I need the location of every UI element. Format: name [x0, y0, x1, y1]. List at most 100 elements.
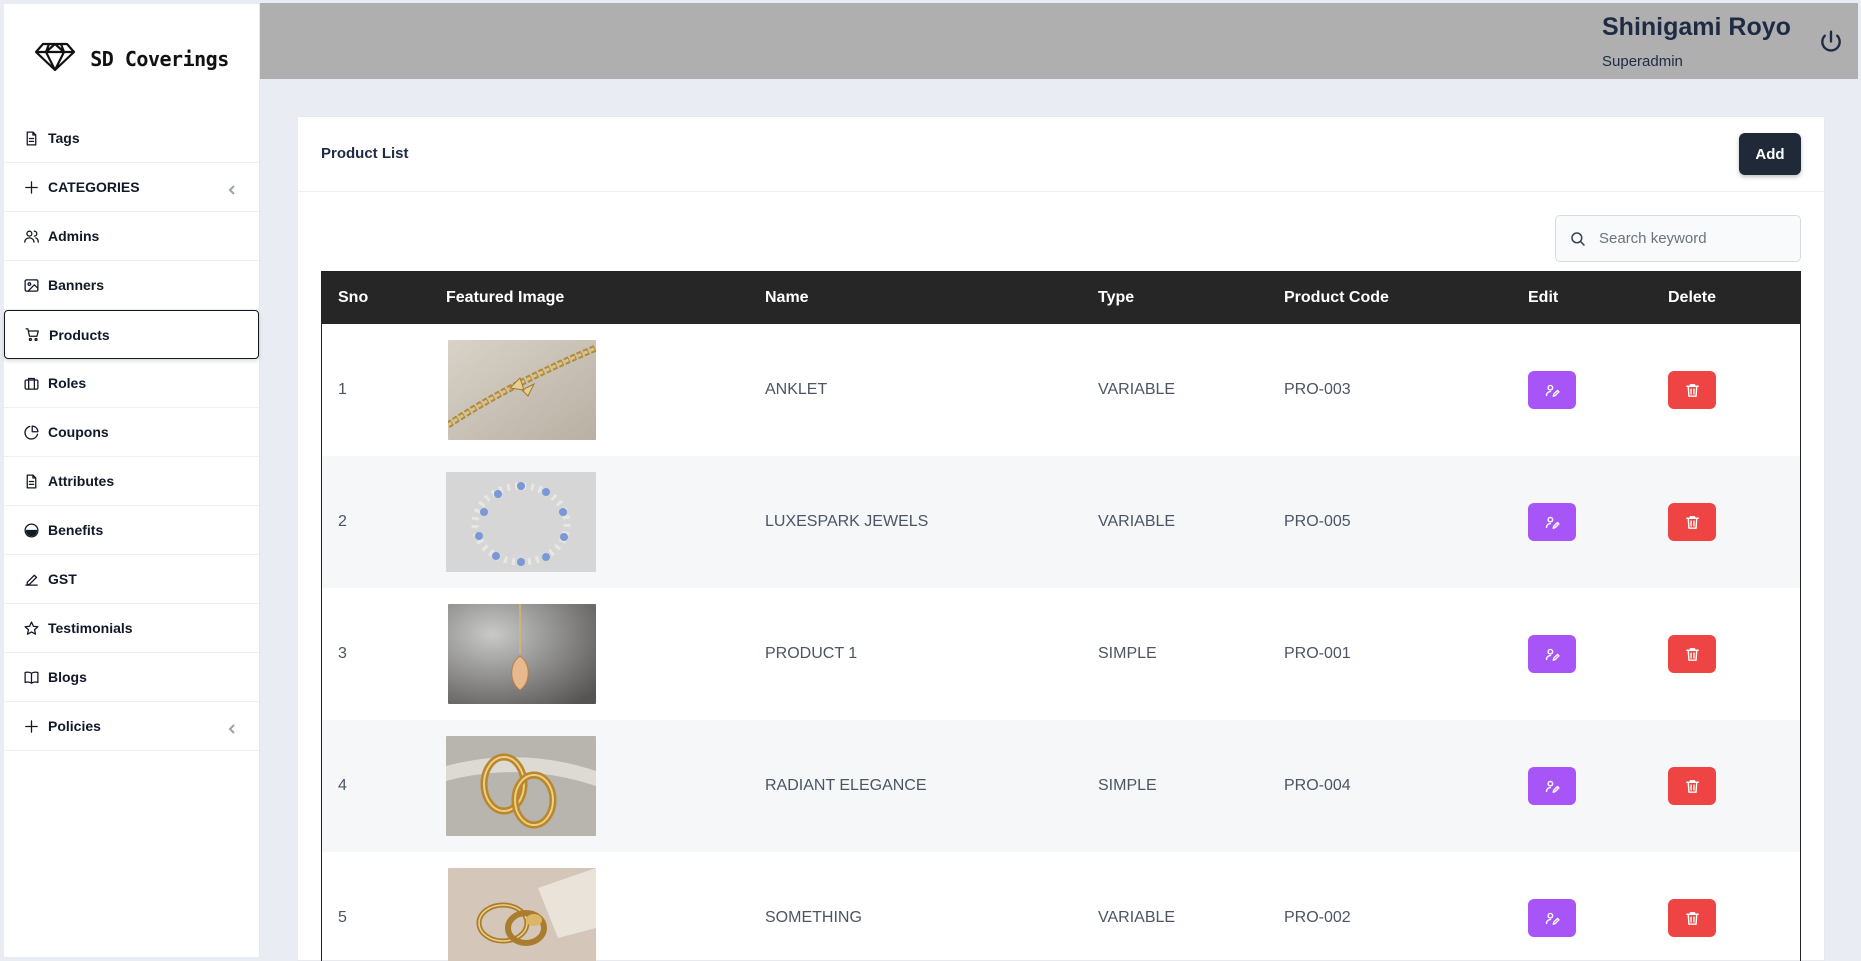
sidebar-item-banners[interactable]: Banners	[4, 261, 259, 310]
sidebar-item-testimonials[interactable]: Testimonials	[4, 604, 259, 653]
product-image-pendant	[448, 604, 596, 704]
delete-button[interactable]	[1668, 635, 1716, 673]
trash-icon	[1685, 779, 1699, 793]
cell-type: VARIABLE	[1098, 909, 1176, 926]
column-header-product-code: Product Code	[1284, 289, 1389, 306]
document-icon	[22, 472, 40, 490]
delete-button[interactable]	[1668, 371, 1716, 409]
user-edit-icon	[1545, 780, 1560, 793]
smile-icon	[22, 521, 40, 539]
cell-type: VARIABLE	[1098, 513, 1176, 530]
sidebar-item-admins[interactable]: Admins	[4, 212, 259, 261]
table-row: 1 ANKLET VARIABLE PRO-003	[322, 324, 1800, 456]
chevron-left-icon	[227, 182, 237, 195]
cell-name: PRODUCT 1	[765, 645, 858, 662]
sidebar-item-roles[interactable]: Roles	[4, 359, 259, 408]
user-edit-icon	[1545, 516, 1560, 529]
table-row: 5 SOMETHING VARIABLE PRO-002	[322, 852, 1800, 961]
cell-product-code: PRO-002	[1284, 909, 1351, 926]
table-row: 3 PRODUCT 1 SIMPLE PRO-001	[322, 588, 1800, 720]
product-image-bracelet	[446, 472, 596, 572]
edit-button[interactable]	[1528, 503, 1576, 541]
product-image-anklet	[448, 340, 596, 440]
search-input[interactable]	[1599, 230, 1789, 247]
user-edit-icon	[1545, 912, 1560, 925]
cell-name: RADIANT ELEGANCE	[765, 777, 927, 794]
cell-product-code: PRO-005	[1284, 513, 1351, 530]
edit-button[interactable]	[1528, 767, 1576, 805]
sidebar-item-label: Blogs	[48, 669, 87, 685]
cell-type: SIMPLE	[1098, 645, 1157, 662]
column-header-sno: Sno	[338, 289, 369, 306]
cell-name: SOMETHING	[765, 909, 862, 926]
cell-type: VARIABLE	[1098, 381, 1176, 398]
add-button[interactable]: Add	[1739, 133, 1801, 175]
book-icon	[22, 668, 40, 686]
delete-button[interactable]	[1668, 767, 1716, 805]
cell-sno: 4	[338, 777, 347, 794]
sidebar-item-label: Tags	[48, 130, 80, 146]
cell-sno: 2	[338, 513, 347, 530]
cell-sno: 5	[338, 909, 347, 926]
sidebar-item-label: Policies	[48, 718, 101, 734]
sidebar-item-gst[interactable]: GST	[4, 555, 259, 604]
sidebar-nav: Tags CATEGORIES Admins Banners Products …	[4, 114, 259, 751]
sidebar-item-label: Products	[49, 326, 110, 343]
sidebar-item-label: Attributes	[48, 473, 115, 489]
table-header-row: Sno Featured Image Name Type Product Cod…	[322, 272, 1800, 324]
cell-product-code: PRO-003	[1284, 381, 1351, 398]
delete-button[interactable]	[1668, 503, 1716, 541]
image-icon	[22, 276, 40, 294]
sidebar-item-categories[interactable]: CATEGORIES	[4, 163, 259, 212]
cell-sno: 1	[338, 381, 347, 398]
trash-icon	[1685, 383, 1699, 397]
sidebar-item-label: CATEGORIES	[48, 179, 140, 195]
cell-type: SIMPLE	[1098, 777, 1157, 794]
product-list-card: Product List Add Sno Featured Image Name…	[297, 116, 1825, 961]
edit-button[interactable]	[1528, 371, 1576, 409]
column-header-featured-image: Featured Image	[446, 289, 565, 306]
sidebar-item-label: GST	[48, 571, 77, 587]
power-icon[interactable]	[1818, 29, 1844, 57]
top-header: Shinigami Royo Superadmin	[260, 3, 1858, 79]
trash-icon	[1685, 911, 1699, 925]
plus-icon	[22, 178, 40, 196]
column-header-name: Name	[765, 289, 809, 306]
sidebar-item-products[interactable]: Products	[4, 310, 259, 359]
delete-button[interactable]	[1668, 899, 1716, 937]
user-edit-icon	[1545, 648, 1560, 661]
trash-icon	[1685, 647, 1699, 661]
product-image-rings	[448, 868, 596, 961]
brand[interactable]: SD Coverings	[4, 4, 259, 114]
search-box	[1555, 215, 1801, 262]
edit-button[interactable]	[1528, 635, 1576, 673]
user-name: Shinigami Royo	[1602, 13, 1791, 41]
product-table: Sno Featured Image Name Type Product Cod…	[321, 271, 1801, 961]
sidebar-item-label: Admins	[48, 228, 100, 244]
pen-icon	[22, 570, 40, 588]
star-icon	[22, 619, 40, 637]
diamond-icon	[34, 42, 76, 77]
cell-product-code: PRO-004	[1284, 777, 1351, 794]
cell-name: LUXESPARK JEWELS	[765, 513, 929, 530]
cell-name: ANKLET	[765, 381, 828, 398]
sidebar-item-coupons[interactable]: Coupons	[4, 408, 259, 457]
table-row: 4 RADIANT ELEGANCE SIMPLE PRO-004	[322, 720, 1800, 852]
edit-button[interactable]	[1528, 899, 1576, 937]
chevron-left-icon	[227, 721, 237, 734]
sidebar-item-blogs[interactable]: Blogs	[4, 653, 259, 702]
column-header-edit: Edit	[1528, 289, 1559, 306]
plus-icon	[22, 717, 40, 735]
cell-sno: 3	[338, 645, 347, 662]
sidebar-item-policies[interactable]: Policies	[4, 702, 259, 751]
sidebar: SD Coverings Tags CATEGORIES Admins Bann…	[4, 4, 260, 957]
search-icon	[1569, 230, 1587, 248]
brand-name: SD Coverings	[90, 47, 229, 71]
sidebar-item-label: Testimonials	[48, 620, 133, 636]
user-edit-icon	[1545, 384, 1560, 397]
sidebar-item-label: Roles	[48, 375, 87, 391]
sidebar-item-benefits[interactable]: Benefits	[4, 506, 259, 555]
trash-icon	[1685, 515, 1699, 529]
sidebar-item-attributes[interactable]: Attributes	[4, 457, 259, 506]
sidebar-item-tags[interactable]: Tags	[4, 114, 259, 163]
